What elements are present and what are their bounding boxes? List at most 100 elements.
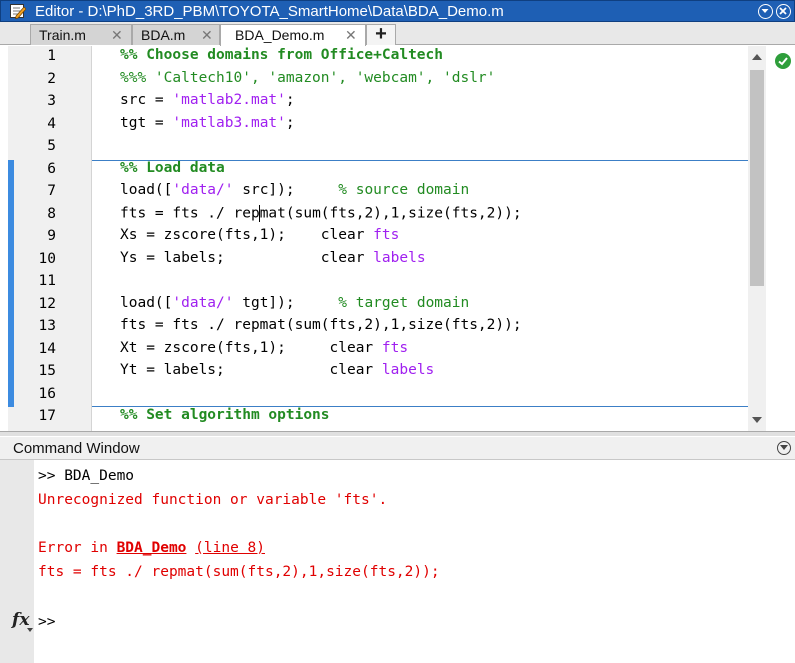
- code-token: load([: [120, 294, 173, 311]
- code-text[interactable]: load(['data/' tgt]); % target domain: [120, 295, 469, 311]
- code-line[interactable]: 8 fts = fts ./ repmat(sum(fts,2),1,size(f…: [8, 204, 748, 227]
- close-icon[interactable]: ✕: [201, 27, 213, 44]
- code-text[interactable]: fts = fts ./ repmat(sum(fts,2),1,size(ft…: [120, 317, 522, 333]
- code-line[interactable]: 11: [8, 271, 748, 294]
- code-line[interactable]: 17 %% Set algorithm options: [8, 406, 748, 429]
- scrollbar-thumb[interactable]: [750, 70, 764, 286]
- editor-title-bar[interactable]: Editor - D:\PhD_3RD_PBM\TOYOTA_SmartHome…: [0, 0, 795, 22]
- code-token: Xs = zscore(fts,1); clear: [120, 227, 374, 243]
- line-number[interactable]: 3: [8, 93, 56, 109]
- code-token: labels: [381, 362, 435, 378]
- code-token: labels: [373, 249, 426, 266]
- scroll-up-arrow-icon[interactable]: [752, 54, 762, 60]
- code-text[interactable]: fts = fts ./ repmat(sum(fts,2),1,size(ft…: [120, 204, 522, 222]
- code-token: >> BDA_Demo: [38, 468, 135, 484]
- code-line[interactable]: 1 %% Choose domains from Office+Caltech: [8, 46, 748, 69]
- code-token: Ys = labels; clear: [120, 249, 374, 266]
- line-number[interactable]: 6: [8, 161, 56, 177]
- code-text[interactable]: %%% 'Caltech10', 'amazon', 'webcam', 'ds…: [120, 70, 495, 86]
- code-line[interactable]: 4 tgt = 'matlab3.mat';: [8, 114, 748, 137]
- command-output-line: fts = fts ./ repmat(sum(fts,2),1,size(ft…: [38, 564, 440, 580]
- code-text[interactable]: Yt = labels; clear labels: [120, 362, 434, 378]
- tab-train-m[interactable]: Train.m ✕: [30, 24, 132, 45]
- code-token: 'matlab3.mat': [172, 114, 286, 131]
- code-analyzer-ok-icon[interactable]: [775, 53, 791, 69]
- command-window-header: Command Window: [0, 437, 795, 460]
- line-number[interactable]: 15: [8, 363, 56, 379]
- close-icon[interactable]: ✕: [111, 27, 123, 44]
- code-line[interactable]: 2 %%% 'Caltech10', 'amazon', 'webcam', 'd…: [8, 69, 748, 92]
- code-text[interactable]: src = 'matlab2.mat';: [120, 92, 295, 108]
- panel-splitter[interactable]: [0, 431, 795, 436]
- code-text[interactable]: %% Load data: [120, 160, 225, 176]
- code-line[interactable]: 7 load(['data/' src]); % source domain: [8, 181, 748, 204]
- scroll-down-arrow-icon[interactable]: [752, 417, 762, 423]
- chevron-down-icon[interactable]: [27, 628, 33, 632]
- chevron-down-icon: [780, 445, 788, 450]
- chevron-down-icon: [761, 9, 769, 13]
- code-text[interactable]: %% Choose domains from Office+Caltech: [120, 47, 443, 63]
- close-icon: [779, 7, 787, 15]
- close-icon[interactable]: ✕: [345, 27, 357, 44]
- code-token: fts: [381, 339, 409, 356]
- code-line[interactable]: 5: [8, 136, 748, 159]
- code-token: %% Load data: [120, 159, 225, 176]
- code-token: 'data/': [172, 182, 234, 198]
- command-prompt[interactable]: >>: [38, 614, 55, 630]
- tab-label: BDA.m: [141, 27, 186, 43]
- code-text[interactable]: Xs = zscore(fts,1); clear fts: [120, 227, 399, 243]
- code-token: mat(sum(fts,2),1,size(fts,2));: [259, 205, 522, 221]
- line-number[interactable]: 1: [8, 48, 56, 64]
- code-token: % target domain: [338, 294, 470, 311]
- code-line[interactable]: 10 Ys = labels; clear labels: [8, 249, 748, 272]
- error-function-link[interactable]: BDA_Demo: [117, 540, 187, 556]
- code-line[interactable]: 14 Xt = zscore(fts,1); clear fts: [8, 339, 748, 362]
- close-editor-button[interactable]: [776, 4, 791, 19]
- line-number[interactable]: 12: [8, 296, 56, 312]
- line-number[interactable]: 14: [8, 341, 56, 357]
- code-line[interactable]: 15 Yt = labels; clear labels: [8, 361, 748, 384]
- code-text[interactable]: Xt = zscore(fts,1); clear fts: [120, 340, 408, 356]
- code-line[interactable]: 13 fts = fts ./ repmat(sum(fts,2),1,size(…: [8, 316, 748, 339]
- code-text[interactable]: %% Set algorithm options: [120, 407, 330, 423]
- command-window-title: Command Window: [13, 440, 140, 457]
- editor-actions-button[interactable]: [758, 4, 773, 19]
- code-text[interactable]: tgt = 'matlab3.mat';: [120, 115, 295, 131]
- code-line[interactable]: 9 Xs = zscore(fts,1); clear fts: [8, 226, 748, 249]
- code-line[interactable]: 16: [8, 384, 748, 407]
- line-number[interactable]: 16: [8, 386, 56, 402]
- editor-pencil-icon: [10, 4, 26, 19]
- editor-vertical-scrollbar[interactable]: [748, 46, 766, 431]
- line-number[interactable]: 10: [8, 251, 56, 267]
- line-number[interactable]: 8: [8, 206, 56, 222]
- command-output-line: >> BDA_Demo: [38, 468, 134, 484]
- tab-bda-demo-m[interactable]: BDA_Demo.m ✕: [220, 24, 366, 46]
- line-number[interactable]: 13: [8, 318, 56, 334]
- code-token: fts = fts ./ repmat(sum(fts,2),1,size(ft…: [38, 564, 440, 580]
- code-line[interactable]: 12 load(['data/' tgt]); % target domain: [8, 294, 748, 317]
- function-browser-icon[interactable]: fx: [12, 610, 29, 630]
- code-text[interactable]: Ys = labels; clear labels: [120, 250, 426, 266]
- line-number[interactable]: 5: [8, 138, 56, 154]
- code-token: load([: [120, 182, 173, 198]
- command-window-output[interactable]: >> BDA_Demo Unrecognized function or vari…: [34, 460, 795, 663]
- line-number[interactable]: 17: [8, 408, 56, 424]
- checkmark-icon: [778, 57, 788, 66]
- code-line[interactable]: 3 src = 'matlab2.mat';: [8, 91, 748, 114]
- command-window-actions-button[interactable]: [777, 441, 791, 455]
- code-token: Unrecognized function or variable 'fts'.: [38, 492, 388, 508]
- code-editor[interactable]: 1 %% Choose domains from Office+Caltech 2%…: [8, 46, 795, 431]
- code-token: src]);: [233, 182, 339, 198]
- line-number[interactable]: 7: [8, 183, 56, 199]
- line-number[interactable]: 4: [8, 116, 56, 132]
- code-line[interactable]: 6 %% Load data: [8, 159, 748, 182]
- new-tab-button[interactable]: +: [366, 24, 396, 45]
- tab-bda-m[interactable]: BDA.m ✕: [132, 24, 220, 45]
- error-line-link[interactable]: (line 8): [195, 540, 265, 556]
- code-text[interactable]: load(['data/' src]); % source domain: [120, 182, 469, 198]
- line-number[interactable]: 11: [8, 273, 56, 289]
- line-number[interactable]: 2: [8, 71, 56, 87]
- code-token: Xt = zscore(fts,1); clear: [120, 339, 382, 356]
- line-number[interactable]: 9: [8, 228, 56, 244]
